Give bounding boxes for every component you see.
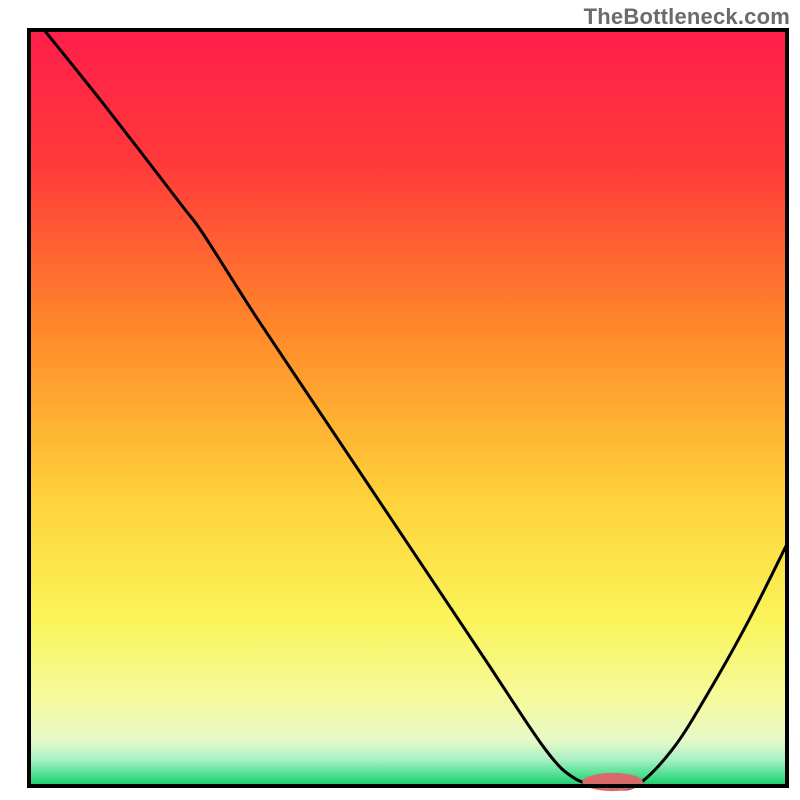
- watermark-text: TheBottleneck.com: [584, 4, 790, 30]
- optimum-marker: [582, 773, 643, 791]
- bottleneck-chart: [0, 0, 800, 800]
- plot-background: [29, 30, 787, 786]
